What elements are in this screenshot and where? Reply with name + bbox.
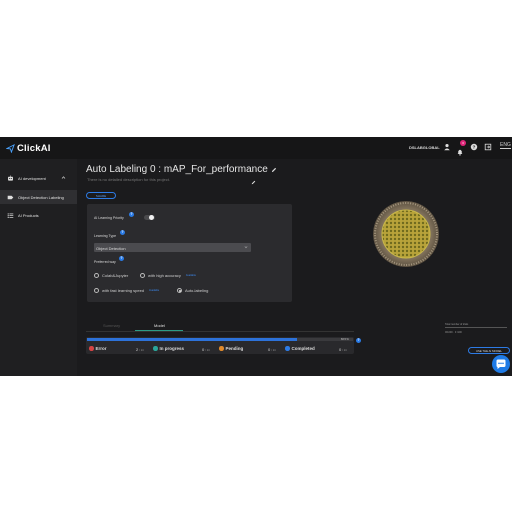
learning-type-value: Object Detection	[96, 245, 126, 251]
tab-model[interactable]: Model	[154, 323, 165, 328]
pending-count: 0 / 14	[268, 347, 276, 352]
bell-icon	[457, 149, 463, 156]
radio-dot-selected	[177, 288, 182, 293]
svg-text:?: ?	[473, 145, 476, 151]
logout-icon[interactable]	[484, 143, 492, 151]
sidebar: AI development Object Detection Labeling…	[0, 159, 77, 376]
pending-icon	[219, 346, 224, 351]
in-progress-count: 0 / 14	[202, 347, 210, 352]
chevron-down-icon	[244, 246, 248, 249]
status-completed: Completed	[285, 346, 315, 351]
preferred-way-help-icon[interactable]: ?	[119, 256, 124, 261]
page-title: Auto Labeling 0 : mAP_For_performance	[86, 164, 268, 175]
chat-icon	[496, 359, 506, 369]
completed-icon	[285, 346, 290, 351]
radio-colab-jupyter[interactable]: Colab&Jupyter	[94, 273, 128, 278]
logo-icon	[6, 143, 15, 153]
sidebar-item-ai-development[interactable]: AI development	[0, 171, 77, 185]
settings-panel: AI Learning Priority ? Learning Type ? O…	[87, 204, 292, 302]
radio-fast-learning[interactable]: with fast learning speed Available	[94, 288, 159, 293]
radio-label: Auto-labeling	[185, 288, 209, 293]
user-icon[interactable]	[443, 143, 451, 151]
chevron-up-icon[interactable]	[61, 175, 66, 180]
radio-dot	[140, 273, 145, 278]
priority-help-icon[interactable]: ?	[129, 212, 134, 217]
language-selector[interactable]: ENG	[500, 142, 511, 149]
edit-description-icon[interactable]	[251, 180, 256, 185]
completed-count: 0 / 14	[339, 347, 347, 352]
in-progress-icon	[153, 346, 158, 351]
top-bar: ClickAI DSLABGLOBAL 3 ? ENG	[0, 137, 512, 159]
priority-toggle[interactable]	[144, 215, 155, 220]
notification-badge: 3	[460, 140, 466, 146]
learning-type-label: Learning Type	[94, 234, 117, 238]
chat-button[interactable]	[492, 355, 510, 373]
user-name[interactable]: DSLABGLOBAL	[409, 145, 440, 150]
title-row: Auto Labeling 0 : mAP_For_performance	[86, 164, 277, 175]
progress-track	[87, 338, 353, 341]
status-pending: Pending	[219, 346, 243, 351]
status-label: Error	[95, 346, 107, 351]
status-panel: 83.5 % Error 2 / 14 In progress 0 / 14 P…	[86, 337, 354, 354]
toggle-knob	[149, 215, 154, 220]
learning-type-select[interactable]: Object Detection	[94, 243, 251, 252]
radio-high-accuracy[interactable]: with high accuracy Available	[140, 273, 196, 278]
tab-summary[interactable]: Summary	[103, 323, 120, 328]
preferred-way-label: Preferred way	[94, 260, 116, 264]
status-label: In progress	[159, 346, 185, 351]
status-error: Error	[89, 346, 107, 351]
tab-divider	[86, 331, 354, 332]
list-icon	[7, 212, 14, 218]
progress-fill	[87, 338, 298, 341]
status-label: Completed	[291, 346, 315, 351]
edit-title-icon[interactable]	[271, 167, 277, 173]
radio-dot	[94, 273, 99, 278]
logo[interactable]: ClickAI	[6, 142, 51, 154]
available-tag: Available	[185, 274, 197, 277]
sidebar-item-label: AI Products	[18, 212, 39, 218]
trials-bar	[445, 327, 507, 328]
radio-label: with fast learning speed	[102, 288, 145, 293]
trials-value: 0/1000 · 0 /100	[445, 331, 462, 334]
robot-icon	[8, 175, 13, 181]
error-count: 2 / 14	[136, 347, 144, 352]
use-ai-model-button[interactable]: USE THE AI MODEL	[468, 347, 510, 354]
logo-text: ClickAI	[17, 142, 51, 154]
radio-label: Colab&Jupyter	[102, 273, 129, 278]
dataset-preview-image	[373, 201, 439, 267]
status-label: Pending	[225, 346, 244, 351]
sidebar-item-ai-products[interactable]: AI Products	[0, 208, 77, 222]
app-window: ClickAI DSLABGLOBAL 3 ? ENG AI developme…	[0, 137, 512, 376]
trials-label: Total number of trials	[445, 323, 469, 326]
status-in-progress: In progress	[153, 346, 184, 351]
sidebar-item-object-detection-labeling[interactable]: Object Detection Labeling	[0, 190, 77, 204]
progress-percent: 83.5 %	[341, 338, 349, 341]
share-button[interactable]: SHARE	[86, 192, 116, 199]
sidebar-item-label: AI development	[18, 175, 46, 181]
error-icon	[89, 346, 94, 351]
learning-type-help-icon[interactable]: ?	[120, 230, 125, 235]
radio-auto-labeling[interactable]: Auto-labeling	[177, 288, 208, 293]
status-help-icon[interactable]: ?	[356, 338, 361, 343]
label-icon	[7, 195, 14, 199]
help-icon[interactable]: ?	[470, 143, 478, 151]
active-tab-indicator	[135, 330, 183, 331]
available-tag: Available	[149, 289, 160, 292]
priority-label: AI Learning Priority	[94, 216, 124, 220]
sidebar-item-label: Object Detection Labeling	[18, 194, 64, 200]
radio-dot	[94, 288, 99, 293]
notification-button[interactable]: 3	[456, 140, 466, 156]
project-description: There is no detailed description for thi…	[87, 177, 170, 182]
radio-label: with high accuracy	[148, 273, 181, 278]
